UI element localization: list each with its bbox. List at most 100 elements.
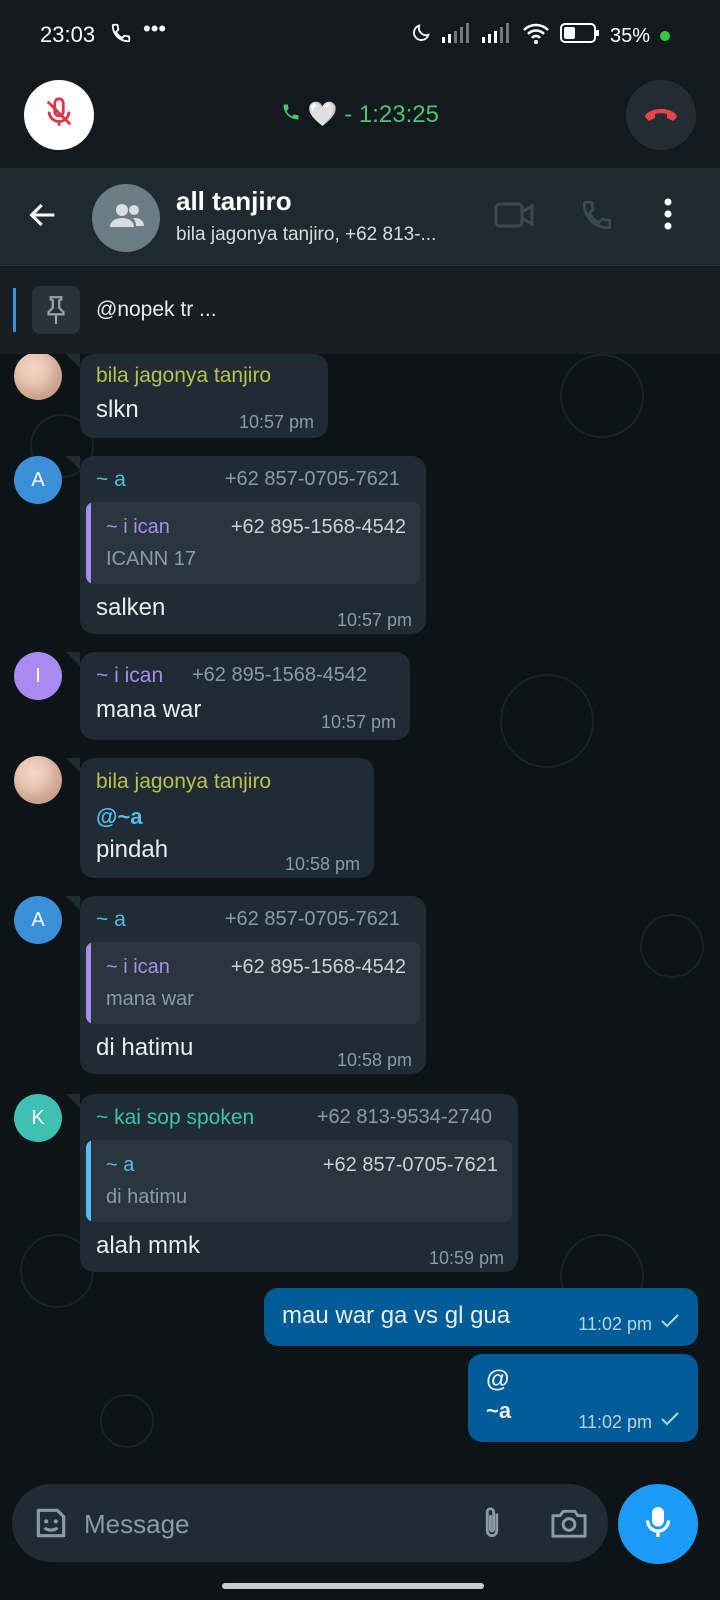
mention-link[interactable]: @~a xyxy=(96,804,143,830)
message-bubble[interactable]: bila jagonya tanjiro @~a pindah 10:58 pm xyxy=(80,758,374,878)
message-text: slkn xyxy=(96,396,139,423)
message-time: 10:57 pm xyxy=(238,412,314,432)
call-status[interactable]: 🤍 - 1:23:25 xyxy=(0,100,720,129)
bubble-tail xyxy=(66,456,80,470)
sender-name: ~ kai sop spoken xyxy=(96,1106,255,1129)
message-list[interactable]: bila jagonya tanjiro slkn 10:57 pm A ~ a… xyxy=(0,354,720,1484)
quoted-message[interactable]: ~ a +62 857-0705-7621 di hatimu xyxy=(86,1140,512,1222)
bubble-tail xyxy=(66,652,80,666)
wifi-icon xyxy=(522,22,550,50)
ongoing-call-bar[interactable]: 🤍 - 1:23:25 xyxy=(0,72,720,168)
message-text: alah mmk xyxy=(96,1232,201,1259)
avatar[interactable]: K xyxy=(14,1094,62,1142)
quote-phone: +62 857-0705-7621 xyxy=(322,1154,498,1176)
signal-icon xyxy=(441,23,472,49)
checkmark-icon xyxy=(660,1312,680,1335)
outgoing-message-bubble[interactable]: mau war ga vs gl gua 11:02 pm xyxy=(264,1288,698,1346)
message-time: 11:02 pm xyxy=(578,1314,652,1334)
moon-icon xyxy=(410,22,432,50)
message-bubble[interactable]: ~ i ican +62 895-1568-4542 mana war 10:5… xyxy=(80,652,410,740)
message-text: salken xyxy=(96,594,166,621)
pinned-text: @nopek tr ... xyxy=(96,298,217,321)
sender-name: ~ a xyxy=(96,908,126,931)
sender-phone: +62 895-1568-4542 xyxy=(192,664,368,686)
message-time: 10:59 pm xyxy=(428,1248,504,1268)
more-icon: ••• xyxy=(143,16,167,41)
group-avatar[interactable] xyxy=(92,184,160,252)
wallpaper-doodle xyxy=(100,1394,154,1448)
chat-subtitle[interactable]: bila jagonya tanjiro, +62 813-... xyxy=(176,224,436,246)
message-text: pindah xyxy=(96,836,169,863)
outgoing-message-bubble[interactable]: @ ~a 11:02 pm xyxy=(468,1354,698,1442)
message-bubble[interactable]: bila jagonya tanjiro slkn 10:57 pm xyxy=(80,354,328,438)
status-bar: 23:03 ••• 35% xyxy=(0,0,720,72)
message-bubble[interactable]: ~ a +62 857-0705-7621 ~ i ican +62 895-1… xyxy=(80,456,426,634)
quoted-message[interactable]: ~ i ican +62 895-1568-4542 ICANN 17 xyxy=(86,502,420,584)
wallpaper-doodle xyxy=(500,674,594,768)
message-text: mau war ga vs gl gua xyxy=(282,1302,511,1329)
pin-icon xyxy=(32,286,80,334)
menu-dots-icon[interactable] xyxy=(662,196,674,237)
battery-percent: 35% xyxy=(609,24,650,47)
end-call-button[interactable] xyxy=(626,80,696,150)
sender-name: ~ i ican xyxy=(96,664,164,687)
quote-phone: +62 895-1568-4542 xyxy=(230,516,406,538)
bubble-tail xyxy=(66,354,80,368)
avatar[interactable] xyxy=(14,756,62,804)
quote-name: ~ i ican xyxy=(106,516,170,538)
sender-name: bila jagonya tanjiro xyxy=(96,770,272,793)
status-time: 23:03 xyxy=(40,22,96,47)
wallpaper-doodle xyxy=(560,354,644,438)
chat-title[interactable]: all tanjiro xyxy=(176,186,292,217)
status-dot xyxy=(660,31,670,41)
message-bubble[interactable]: ~ a +62 857-0705-7621 ~ i ican +62 895-1… xyxy=(80,896,426,1074)
message-text: di hatimu xyxy=(96,1034,194,1061)
avatar[interactable] xyxy=(14,354,62,400)
quote-bar xyxy=(86,1140,91,1222)
quote-text: mana war xyxy=(106,988,194,1010)
bubble-tail xyxy=(66,1094,80,1108)
quote-text: ICANN 17 xyxy=(106,548,197,570)
message-time: 10:57 pm xyxy=(336,610,412,630)
wallpaper-doodle xyxy=(640,914,704,978)
quote-text: di hatimu xyxy=(106,1186,188,1208)
message-bubble[interactable]: ~ kai sop spoken +62 813-9534-2740 ~ a +… xyxy=(80,1094,518,1272)
signal-icon xyxy=(481,23,512,49)
voice-call-icon[interactable] xyxy=(580,198,614,237)
quote-name: ~ a xyxy=(106,1154,135,1176)
avatar[interactable]: A xyxy=(14,896,62,944)
message-time: 10:57 pm xyxy=(320,712,396,732)
sender-name: ~ a xyxy=(96,468,126,491)
message-input[interactable]: Message xyxy=(12,1484,608,1562)
quoted-message[interactable]: ~ i ican +62 895-1568-4542 mana war xyxy=(86,942,420,1024)
back-arrow-icon[interactable] xyxy=(26,198,60,237)
call-label: 🤍 - 1:23:25 xyxy=(307,101,439,128)
message-text: mana war xyxy=(96,696,202,723)
sender-phone: +62 813-9534-2740 xyxy=(316,1106,492,1128)
voice-record-button[interactable] xyxy=(618,1484,698,1564)
sticker-icon[interactable] xyxy=(32,1504,70,1547)
composer-bar: Message xyxy=(0,1484,720,1600)
avatar[interactable]: A xyxy=(14,456,62,504)
quote-bar xyxy=(86,502,91,584)
message-placeholder: Message xyxy=(84,1509,190,1539)
attach-icon[interactable] xyxy=(478,1504,506,1547)
quote-bar xyxy=(86,942,91,1024)
sender-name: bila jagonya tanjiro xyxy=(96,364,272,387)
call-end-icon xyxy=(641,101,681,130)
quote-phone: +62 895-1568-4542 xyxy=(230,956,406,978)
avatar[interactable]: I xyxy=(14,652,62,700)
video-call-icon[interactable] xyxy=(494,198,534,237)
status-right: 35% xyxy=(410,22,670,50)
home-indicator[interactable] xyxy=(222,1583,484,1589)
bubble-tail xyxy=(66,758,80,772)
sender-phone: +62 857-0705-7621 xyxy=(224,908,400,930)
camera-icon[interactable] xyxy=(550,1506,588,1545)
pinned-message-bar[interactable]: @nopek tr ... xyxy=(0,265,720,355)
checkmark-icon xyxy=(660,1410,680,1433)
sender-phone: +62 857-0705-7621 xyxy=(224,468,400,490)
message-text: @ xyxy=(486,1366,510,1393)
phone-icon xyxy=(110,22,132,49)
pin-indicator xyxy=(13,288,16,332)
message-time: 11:02 pm xyxy=(578,1412,652,1432)
